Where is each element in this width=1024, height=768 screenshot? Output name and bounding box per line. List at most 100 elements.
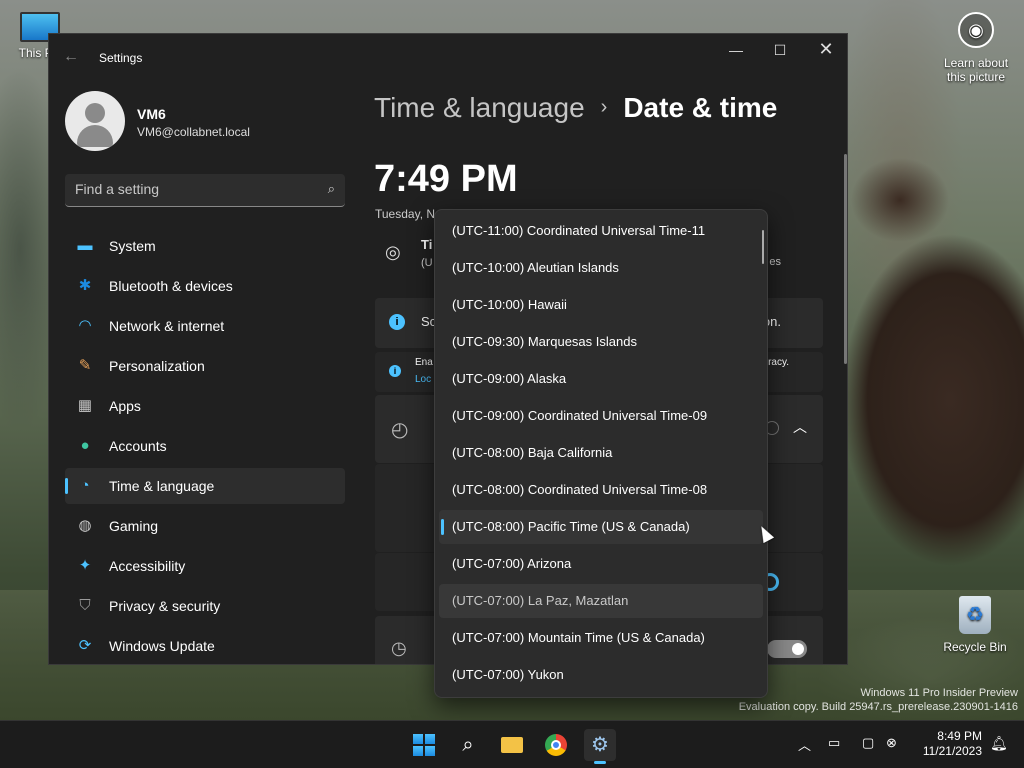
chevron-up-icon[interactable]: ︿ <box>798 735 811 754</box>
search-box[interactable]: ⌕ <box>65 174 345 207</box>
file-explorer-button[interactable] <box>496 729 528 761</box>
clock-globe-icon: ◎ <box>385 242 401 262</box>
minimize-button[interactable]: — <box>721 42 751 58</box>
folder-icon <box>501 737 523 753</box>
evaluation-watermark: Windows 11 Pro Insider Preview Evaluatio… <box>739 686 1018 714</box>
sidebar-item-label: Gaming <box>109 518 159 534</box>
dropdown-option-selected[interactable]: (UTC-08:00) Pacific Time (US & Canada) <box>439 510 763 544</box>
gamepad-icon: ◍ <box>78 517 92 534</box>
sidebar-item-time-language[interactable]: ◔ Time & language <box>65 468 345 504</box>
timezone-dropdown-list[interactable]: (UTC-11:00) Coordinated Universal Time-1… <box>434 209 768 698</box>
dropdown-option[interactable]: (UTC-07:00) Yukon <box>439 658 763 692</box>
wallpaper-bear <box>820 140 1024 660</box>
sidebar-item-gaming[interactable]: ◍ Gaming <box>65 508 345 544</box>
option-label: (UTC-07:00) Yukon <box>452 667 564 682</box>
sidebar-item-windows-update[interactable]: ⟳ Windows Update <box>65 628 345 664</box>
content-scrollbar[interactable] <box>844 154 847 364</box>
user-email: VM6@collabnet.local <box>137 125 250 139</box>
sidebar-item-accessibility[interactable]: ✦ Accessibility <box>65 548 345 584</box>
user-name: VM6 <box>137 106 166 122</box>
taskbar: ⌕ ⚙ ︿ ▭ ▢ ⊗ 8:49 PM 11/21/2023 🔔︎ <box>0 720 1024 768</box>
option-label: (UTC-10:00) Aleutian Islands <box>452 260 619 275</box>
toggle-switch[interactable] <box>767 640 807 658</box>
dropdown-scrollbar[interactable] <box>762 230 764 264</box>
selection-indicator <box>441 519 444 535</box>
breadcrumb-parent[interactable]: Time & language <box>374 92 585 123</box>
sidebar-item-accounts[interactable]: ● Accounts <box>65 428 345 464</box>
wifi-icon: ◠ <box>78 317 92 334</box>
dropdown-option[interactable]: (UTC-09:30) Marquesas Islands <box>439 325 763 359</box>
taskbar-search-button[interactable]: ⌕ <box>452 729 484 761</box>
option-label: (UTC-07:00) La Paz, Mazatlan <box>452 593 629 608</box>
camera-info-icon: ◉ <box>958 12 994 48</box>
dropdown-option[interactable]: (UTC-09:00) Alaska <box>439 362 763 396</box>
dropdown-option[interactable]: (UTC-07:00) Mountain Time (US & Canada) <box>439 621 763 655</box>
recycle-bin-icon: ♻ <box>959 596 991 634</box>
option-label: (UTC-07:00) Mountain Time (US & Canada) <box>452 630 705 645</box>
sidebar-item-system[interactable]: ▬ System <box>65 228 345 264</box>
person-icon: ● <box>80 437 90 454</box>
date-visible-start: Tuesday, N <box>375 207 436 221</box>
watermark-line: Evaluation copy. Build 25947.rs_prerelea… <box>738 701 1018 713</box>
close-button[interactable]: ✕ <box>811 39 841 60</box>
search-icon[interactable]: ⌕ <box>328 181 335 197</box>
sidebar-item-personalization[interactable]: ✎ Personalization <box>65 348 345 384</box>
current-date: Tuesday, N <box>375 207 435 221</box>
sidebar-nav: ▬ System ✱ Bluetooth & devices ◠ Network… <box>65 228 345 664</box>
sidebar-item-bluetooth[interactable]: ✱ Bluetooth & devices <box>65 268 345 304</box>
active-app-indicator <box>594 761 606 764</box>
search-icon: ⌕ <box>462 734 474 756</box>
dropdown-option[interactable]: (UTC-11:00) Coordinated Universal Time-1… <box>439 214 763 248</box>
sidebar-item-network[interactable]: ◠ Network & internet <box>65 308 345 344</box>
brush-icon: ✎ <box>78 357 92 374</box>
settings-taskbar-button[interactable]: ⚙ <box>584 729 616 764</box>
timezone-summary-tail: es <box>769 256 781 268</box>
chrome-button[interactable] <box>540 729 572 761</box>
clock-globe-icon: ◴ <box>391 419 409 441</box>
taskbar-clock[interactable]: 8:49 PM 11/21/2023 <box>918 729 982 759</box>
windows-logo-icon <box>413 734 435 756</box>
desktop-icon-label: Recycle Bin <box>943 640 1007 654</box>
sidebar-item-label: Network & internet <box>109 318 225 334</box>
title-bar[interactable]: ← Settings — ☐ ✕ <box>49 34 847 82</box>
sidebar-item-apps[interactable]: ▦ Apps <box>65 388 345 424</box>
dropdown-option-hovered[interactable]: (UTC-07:00) La Paz, Mazatlan <box>439 584 763 618</box>
location-settings-link[interactable]: Loc <box>415 374 431 385</box>
start-button[interactable] <box>408 729 440 761</box>
dropdown-option[interactable]: (UTC-08:00) Baja California <box>439 436 763 470</box>
sidebar-item-label: Apps <box>109 398 141 414</box>
chevron-up-icon[interactable]: ︿ <box>793 417 807 437</box>
notification-bell-icon[interactable]: 🔔︎ <box>990 735 1008 752</box>
sidebar-item-label: System <box>109 238 156 254</box>
maximize-button[interactable]: ☐ <box>765 42 795 59</box>
dropdown-option[interactable]: (UTC-08:00) Coordinated Universal Time-0… <box>439 473 763 507</box>
option-label: (UTC-08:00) Baja California <box>452 445 613 460</box>
back-arrow-icon[interactable]: ← <box>63 48 79 66</box>
shield-icon: ⛉ <box>79 597 91 614</box>
desktop-icon-label: Learn about this picture <box>943 56 1009 84</box>
dropdown-option[interactable]: (UTC-10:00) Hawaii <box>439 288 763 322</box>
sidebar-item-label: Privacy & security <box>109 598 221 614</box>
chevron-right-icon: › <box>600 96 608 118</box>
search-input[interactable] <box>75 181 305 197</box>
desktop-icon-learn-about-picture[interactable]: ◉ Learn about this picture <box>936 12 1016 84</box>
window-title: Settings <box>99 51 143 65</box>
avatar-body <box>77 125 113 147</box>
dropdown-option[interactable]: (UTC-07:00) Arizona <box>439 547 763 581</box>
display-icon[interactable]: ▢ <box>862 735 874 751</box>
sidebar-item-privacy[interactable]: ⛉ Privacy & security <box>65 588 345 624</box>
watermark-line: Windows 11 Pro Insider Preview <box>860 687 1018 699</box>
taskbar-date: 11/21/2023 <box>922 744 982 758</box>
option-label: (UTC-10:00) Hawaii <box>452 297 567 312</box>
dropdown-option[interactable]: (UTC-09:00) Coordinated Universal Time-0… <box>439 399 763 433</box>
option-label: (UTC-09:00) Alaska <box>452 371 567 386</box>
clock-globe-icon: ◔ <box>80 477 90 494</box>
desktop-icon-recycle-bin[interactable]: ♻ Recycle Bin <box>940 596 1010 654</box>
apps-icon: ▦ <box>77 397 93 414</box>
dropdown-option[interactable]: (UTC-10:00) Aleutian Islands <box>439 251 763 285</box>
speaker-muted-icon[interactable]: ⊗ <box>886 735 897 751</box>
network-icon[interactable]: ▭ <box>828 735 840 751</box>
page-title: Date & time <box>623 92 778 123</box>
avatar[interactable] <box>65 91 125 151</box>
sidebar-item-label: Accessibility <box>109 558 186 574</box>
